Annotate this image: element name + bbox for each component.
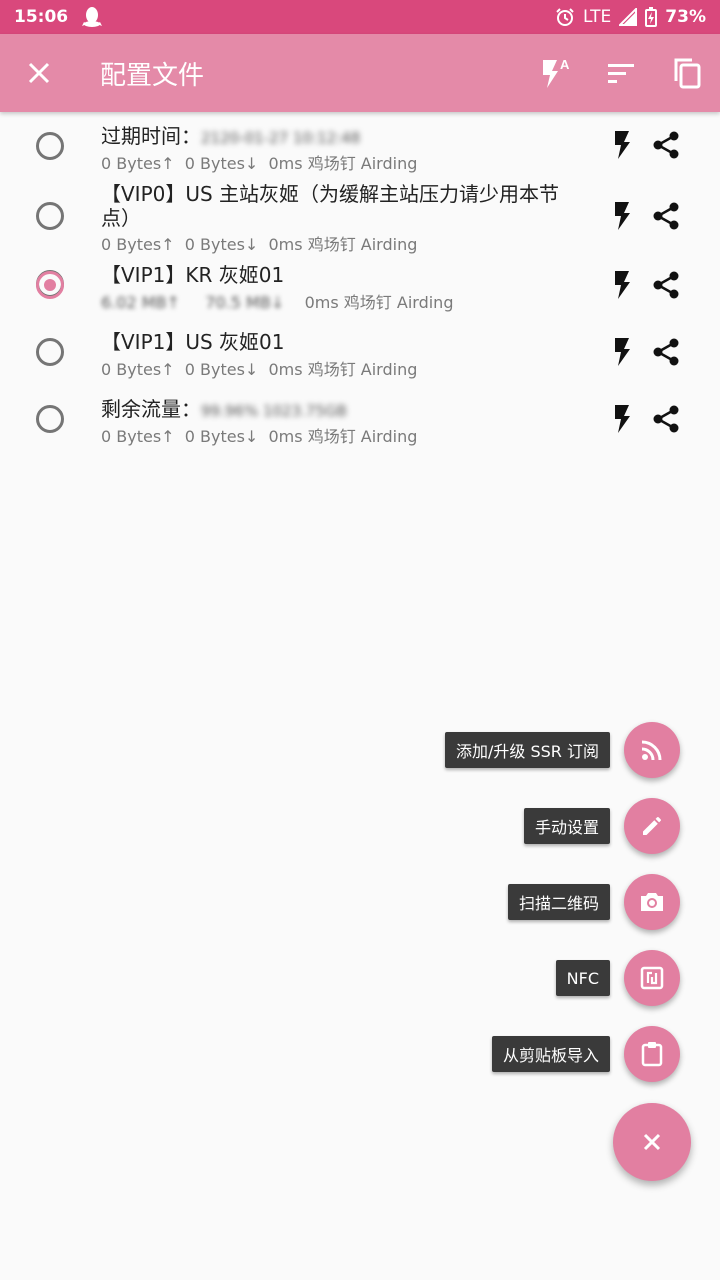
profile-row[interactable]: 过期时间：2120-01-27 10:12:48 0 Bytes↑ 0 Byte… <box>0 112 720 180</box>
app-bar: 配置文件 A <box>0 34 720 112</box>
add-subscription-button[interactable] <box>624 722 680 778</box>
profile-row-selected[interactable]: 【VIP1】KR 灰姬01 6.02 MB↑ 70.5 MB↓ 0ms 鸡场钉 … <box>0 260 720 320</box>
clipboard-icon <box>641 1042 663 1067</box>
profile-stats: 0 Bytes↑ 0 Bytes↓ 0ms 鸡场钉 Airding <box>101 235 418 254</box>
profile-name-hidden: 2120-01-27 10:12:48 <box>201 129 361 147</box>
close-icon <box>643 1133 661 1151</box>
profile-stats: 0 Bytes↑ 0 Bytes↓ 0ms 鸡场钉 Airding <box>101 360 418 379</box>
fab-item-nfc[interactable]: NFC <box>555 950 680 1006</box>
battery-level: 73% <box>665 7 706 27</box>
share-icon <box>653 131 679 159</box>
nfc-button[interactable] <box>624 950 680 1006</box>
share-icon <box>653 271 679 299</box>
share-button[interactable] <box>646 399 686 439</box>
camera-icon <box>641 893 663 911</box>
fab-label[interactable]: 添加/升级 SSR 订阅 <box>445 732 610 768</box>
scan-qr-button[interactable] <box>624 874 680 930</box>
test-latency-button[interactable] <box>602 125 642 165</box>
profile-radio[interactable] <box>36 202 64 230</box>
profile-name: 【VIP1】KR 灰姬01 <box>101 263 285 287</box>
fab-label[interactable]: 手动设置 <box>523 808 610 844</box>
copy-icon <box>674 58 701 89</box>
fab-item-subscription[interactable]: 添加/升级 SSR 订阅 <box>445 722 680 778</box>
fab-label[interactable]: NFC <box>555 960 610 996</box>
pencil-icon <box>643 817 661 835</box>
rss-icon <box>641 740 662 761</box>
fab-item-clipboard[interactable]: 从剪贴板导入 <box>491 1026 680 1082</box>
share-button[interactable] <box>646 265 686 305</box>
flash-icon <box>615 131 630 159</box>
sort-icon <box>608 64 634 83</box>
close-icon <box>28 62 50 84</box>
share-button[interactable] <box>646 125 686 165</box>
profile-row[interactable]: 剩余流量：99.96% 1023.75GB 0 Bytes↑ 0 Bytes↓ … <box>0 394 720 454</box>
close-button[interactable] <box>0 34 78 112</box>
profile-radio[interactable] <box>36 132 64 160</box>
status-bar: 15:06 LTE 73% <box>0 0 720 34</box>
signal-icon <box>619 8 638 26</box>
alarm-icon <box>555 7 575 27</box>
profile-name: 剩余流量：99.96% 1023.75GB <box>101 397 347 421</box>
test-all-button[interactable]: A <box>522 34 588 112</box>
profile-name: 过期时间：2120-01-27 10:12:48 <box>101 124 361 148</box>
flash-icon <box>615 202 630 230</box>
profile-stats: 0 Bytes↑ 0 Bytes↓ 0ms 鸡场钉 Airding <box>101 427 418 446</box>
share-button[interactable] <box>646 332 686 372</box>
profile-stats: 6.02 MB↑ 70.5 MB↓ 0ms 鸡场钉 Airding <box>101 293 454 312</box>
profile-radio-selected[interactable] <box>36 271 64 299</box>
flash-icon <box>615 405 630 433</box>
profile-row[interactable]: 【VIP0】US 主站灰姬（为缓解主站压力请少用本节点） 0 Bytes↑ 0 … <box>0 180 720 260</box>
profile-name: 【VIP0】US 主站灰姬（为缓解主站压力请少用本节点） <box>101 182 560 230</box>
status-time: 15:06 <box>14 7 69 27</box>
battery-icon <box>645 7 658 27</box>
profile-radio[interactable] <box>36 405 64 433</box>
share-button[interactable] <box>646 196 686 236</box>
profile-name-hidden: 99.96% 1023.75GB <box>201 402 347 420</box>
flash-icon <box>615 338 630 366</box>
fab-close-button[interactable] <box>613 1103 691 1181</box>
profile-row[interactable]: 【VIP1】US 灰姬01 0 Bytes↑ 0 Bytes↓ 0ms 鸡场钉 … <box>0 327 720 387</box>
network-type: LTE <box>583 7 612 27</box>
radio-dot <box>44 279 56 291</box>
profile-name: 【VIP1】US 灰姬01 <box>101 330 285 354</box>
manual-settings-button[interactable] <box>624 798 680 854</box>
import-clipboard-button[interactable] <box>624 1026 680 1082</box>
share-icon <box>653 338 679 366</box>
profile-radio[interactable] <box>36 338 64 366</box>
copy-button[interactable] <box>654 34 720 112</box>
fab-label[interactable]: 扫描二维码 <box>507 884 610 920</box>
share-icon <box>653 405 679 433</box>
qq-icon <box>82 6 103 28</box>
page-title: 配置文件 <box>100 60 205 91</box>
nfc-icon <box>640 966 664 990</box>
test-latency-button[interactable] <box>602 265 642 305</box>
test-latency-button[interactable] <box>602 196 642 236</box>
profile-stats: 0 Bytes↑ 0 Bytes↓ 0ms 鸡场钉 Airding <box>101 154 418 173</box>
test-all-icon: A <box>543 57 570 88</box>
test-latency-button[interactable] <box>602 332 642 372</box>
sort-button[interactable] <box>588 34 654 112</box>
test-latency-button[interactable] <box>602 399 642 439</box>
svg-text:A: A <box>560 57 570 72</box>
fab-label[interactable]: 从剪贴板导入 <box>491 1036 610 1072</box>
fab-item-manual[interactable]: 手动设置 <box>523 798 680 854</box>
status-right: LTE 73% <box>555 7 706 27</box>
share-icon <box>653 202 679 230</box>
flash-icon <box>615 271 630 299</box>
fab-item-scan[interactable]: 扫描二维码 <box>507 874 680 930</box>
